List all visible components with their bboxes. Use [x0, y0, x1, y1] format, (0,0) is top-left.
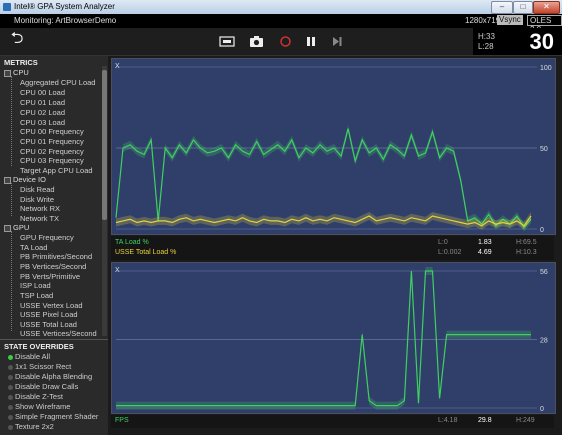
override-item[interactable]: Disable Z-Test: [8, 392, 63, 401]
metric-item[interactable]: Network RX: [20, 204, 60, 213]
series-band: [116, 267, 531, 410]
y-tick-label: 56: [540, 269, 548, 276]
gles-badge: OLES 2.0: [527, 15, 562, 34]
metric-item[interactable]: Aggregated CPU Load: [20, 78, 95, 87]
step-icon[interactable]: [330, 35, 344, 48]
camera-icon[interactable]: [249, 35, 263, 48]
series-max: H:249: [516, 417, 535, 424]
series-name: FPS: [115, 417, 129, 424]
metric-item[interactable]: PB Vertices/Second: [20, 262, 86, 271]
override-disable-all[interactable]: Disable All: [8, 352, 50, 361]
tree-line: [11, 183, 18, 216]
metric-item[interactable]: Disk Read: [20, 185, 55, 194]
metric-item[interactable]: CPU 02 Load: [20, 108, 65, 117]
fps-value: 30: [529, 29, 554, 54]
metric-item[interactable]: CPU 01 Frequency: [20, 137, 84, 146]
metric-item[interactable]: Network TX: [20, 214, 59, 223]
record-icon[interactable]: [278, 35, 292, 48]
metric-item[interactable]: PB Verts/Primitive: [20, 272, 80, 281]
series-current: 29.8: [478, 417, 492, 424]
overrides-header: STATE OVERRIDES: [4, 342, 74, 351]
chart-fps-svg: 56 28 0 X: [115, 267, 548, 413]
chart-load-legend: TA Load % L:0 1.83 H:69.5 USSE Total Loa…: [111, 236, 554, 260]
legend-row[interactable]: FPS L:4.18 29.8 H:249: [113, 417, 553, 426]
override-item[interactable]: Disable Draw Calls: [8, 382, 78, 391]
metric-item[interactable]: TA Load: [20, 243, 47, 252]
toolbar: ⮌ H:33 L:28 30: [0, 28, 562, 56]
fps-stats: H:33 L:28 30: [473, 28, 562, 55]
metric-item[interactable]: PB Primitives/Second: [20, 252, 92, 261]
corner-mark: X: [115, 63, 120, 70]
chart-panel-fps: 56 28 0 X: [111, 262, 556, 414]
series-current: 1.83: [478, 239, 492, 246]
fps-high: H:33: [478, 32, 495, 41]
metric-item[interactable]: USSE Vertices/Second: [20, 329, 97, 338]
resolution-label: 1280x719: [465, 16, 501, 25]
close-button[interactable]: ✕: [533, 1, 560, 14]
metric-item[interactable]: CPU 03 Load: [20, 118, 65, 127]
metric-item[interactable]: GPU Frequency: [20, 233, 74, 242]
series-min: L:0: [438, 239, 448, 246]
metric-item[interactable]: CPU 00 Load: [20, 88, 65, 97]
metric-item[interactable]: ISP Load: [20, 281, 51, 290]
metric-item[interactable]: CPU 03 Frequency: [20, 156, 84, 165]
metrics-scrollbar[interactable]: [102, 66, 107, 336]
pause-icon[interactable]: [304, 35, 318, 48]
minimize-button[interactable]: –: [491, 1, 513, 14]
metric-item[interactable]: Target App CPU Load: [20, 166, 93, 175]
series-current: 4.69: [478, 249, 492, 256]
tree-line: [11, 231, 18, 331]
maximize-button[interactable]: □: [513, 1, 533, 14]
y-tick-label: 100: [540, 65, 552, 72]
fps-low: L:28: [478, 42, 494, 51]
metric-item[interactable]: CPU 02 Frequency: [20, 147, 84, 156]
window-title: Intel® GPA System Analyzer: [14, 2, 115, 11]
monitoring-label: Monitoring: ArtBrowserDemo: [14, 16, 117, 25]
series-band: [116, 124, 531, 232]
y-tick-label: 28: [540, 338, 548, 345]
corner-mark: X: [115, 267, 120, 274]
series-max: H:10.3: [516, 249, 537, 256]
y-tick-label: 0: [540, 227, 544, 234]
override-item[interactable]: 1x1 Scissor Rect: [8, 362, 71, 371]
metrics-header: METRICS: [4, 58, 38, 67]
chart-panel-load: 100 50 0 X: [111, 58, 556, 235]
series-min: L:4.18: [438, 417, 458, 424]
app-icon: [3, 3, 11, 11]
series-name: USSE Total Load %: [115, 249, 177, 256]
sidebar: METRICS CPU Aggregated CPU Load CPU 00 L…: [0, 56, 108, 435]
tree-line: [11, 76, 18, 166]
metric-item[interactable]: CPU 00 Frequency: [20, 127, 84, 136]
chart-fps-legend: FPS L:4.18 29.8 H:249: [111, 415, 554, 428]
override-item[interactable]: Simple Fragment Shader: [8, 412, 98, 421]
series-min: L:0.002: [438, 249, 462, 256]
metric-item[interactable]: USSE Pixel Load: [20, 310, 78, 319]
override-item[interactable]: Texture 2x2: [8, 422, 54, 431]
override-item[interactable]: Show Wireframe: [8, 402, 70, 411]
divider: [0, 339, 108, 340]
window-titlebar: Intel® GPA System Analyzer – □ ✕: [0, 0, 562, 14]
legend-row[interactable]: TA Load % L:0 1.83 H:69.5: [113, 239, 553, 248]
chart-load-svg: 100 50 0 X: [115, 63, 552, 234]
series-name: TA Load %: [115, 239, 149, 246]
series-max: H:69.5: [516, 239, 537, 246]
y-tick-label: 50: [540, 146, 548, 153]
series-band: [116, 212, 531, 230]
metric-item[interactable]: Disk Write: [20, 195, 54, 204]
metric-item[interactable]: TSP Load: [20, 291, 53, 300]
legend-row[interactable]: USSE Total Load % L:0.002 4.69 H:10.3: [113, 249, 553, 258]
y-tick-label: 0: [540, 406, 544, 413]
override-item[interactable]: Disable Alpha Blending: [8, 372, 92, 381]
back-arrow-icon[interactable]: ⮌: [10, 31, 24, 47]
monitoring-bar: Monitoring: ArtBrowserDemo 1280x719 Vsyn…: [0, 14, 562, 34]
metric-item[interactable]: CPU 01 Load: [20, 98, 65, 107]
vsync-toggle[interactable]: Vsync: [497, 15, 523, 25]
metric-item[interactable]: USSE Total Load: [20, 320, 77, 329]
metric-item[interactable]: USSE Vertex Load: [20, 301, 83, 310]
screenshot-icon[interactable]: [219, 35, 235, 48]
